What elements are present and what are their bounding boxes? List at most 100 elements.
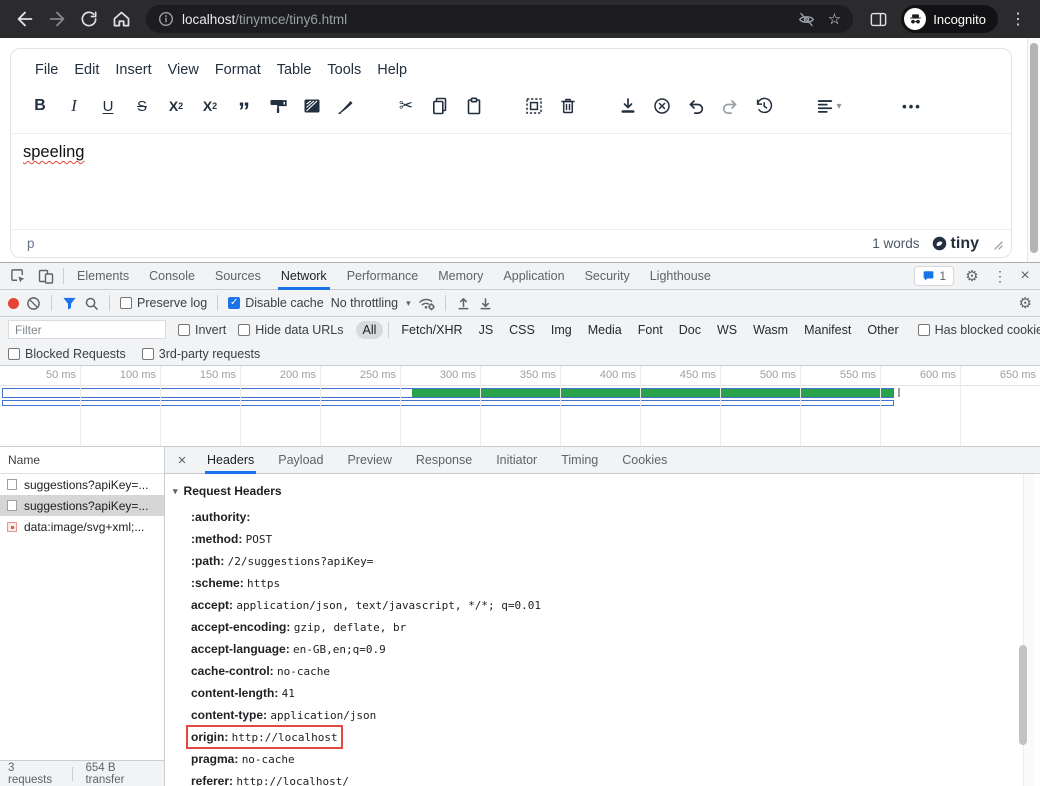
request-headers-section[interactable]: ▾ Request Headers <box>173 484 1022 498</box>
address-bar[interactable]: localhost/tinymce/tiny6.html ☆ <box>146 5 853 33</box>
devtools-tab-sources[interactable]: Sources <box>205 263 271 290</box>
subscript-button[interactable]: X2 <box>159 93 193 119</box>
devtools-tab-memory[interactable]: Memory <box>428 263 493 290</box>
cookies-blocked-eye-icon[interactable] <box>797 10 816 29</box>
issues-badge[interactable]: 1 <box>914 266 954 286</box>
search-icon[interactable] <box>84 296 99 311</box>
type-filter-js[interactable]: JS <box>472 321 501 339</box>
devtools-tab-performance[interactable]: Performance <box>337 263 429 290</box>
devtools-tab-application[interactable]: Application <box>493 263 574 290</box>
type-filter-css[interactable]: CSS <box>502 321 542 339</box>
detail-tab-response[interactable]: Response <box>404 447 484 474</box>
italic-button[interactable]: I <box>57 93 91 119</box>
page-scrollbar[interactable] <box>1027 38 1040 262</box>
inspect-element-button[interactable] <box>4 263 32 289</box>
menu-item-help[interactable]: Help <box>371 58 413 82</box>
import-har-icon[interactable] <box>456 296 471 311</box>
back-button[interactable] <box>10 4 40 34</box>
resize-handle-icon[interactable] <box>991 238 1003 250</box>
type-filter-fetch-xhr[interactable]: Fetch/XHR <box>394 321 469 339</box>
align-button[interactable]: ▾ <box>807 93 851 119</box>
delete-button[interactable] <box>551 93 585 119</box>
type-filter-wasm[interactable]: Wasm <box>746 321 795 339</box>
underline-button[interactable]: U <box>91 93 125 119</box>
menu-item-format[interactable]: Format <box>209 58 267 82</box>
strikethrough-button[interactable]: S <box>125 93 159 119</box>
cancel-button[interactable] <box>645 93 679 119</box>
request-row[interactable]: suggestions?apiKey=... <box>0 474 164 495</box>
device-toolbar-button[interactable] <box>32 263 60 289</box>
type-filter-media[interactable]: Media <box>581 321 629 339</box>
menu-item-edit[interactable]: Edit <box>68 58 105 82</box>
network-filter-input[interactable] <box>8 320 166 339</box>
devtools-tab-lighthouse[interactable]: Lighthouse <box>640 263 721 290</box>
devtools-tab-network[interactable]: Network <box>271 263 337 290</box>
close-detail-button[interactable]: × <box>169 452 195 469</box>
filter-funnel-icon[interactable] <box>62 296 77 311</box>
name-column-header[interactable]: Name <box>0 447 164 474</box>
invert-checkbox[interactable]: Invert <box>178 323 226 337</box>
redo-button[interactable] <box>713 93 747 119</box>
record-button[interactable] <box>8 298 19 309</box>
type-filter-ws[interactable]: WS <box>710 321 744 339</box>
bookmark-star-icon[interactable]: ☆ <box>828 12 841 27</box>
type-filter-font[interactable]: Font <box>631 321 670 339</box>
cut-button[interactable]: ✂ <box>389 93 423 119</box>
detail-tab-cookies[interactable]: Cookies <box>610 447 679 474</box>
select-all-button[interactable] <box>517 93 551 119</box>
page-scrollbar-thumb[interactable] <box>1030 43 1038 253</box>
tiny-branding[interactable]: tiny <box>932 235 979 253</box>
has-blocked-cookies-checkbox[interactable]: Has blocked cookies <box>918 323 1040 337</box>
hide-data-urls-checkbox[interactable]: Hide data URLs <box>238 323 343 337</box>
menu-item-tools[interactable]: Tools <box>321 58 367 82</box>
browser-menu-button[interactable]: ⋮ <box>1006 9 1030 29</box>
paste-button[interactable] <box>457 93 491 119</box>
type-filter-doc[interactable]: Doc <box>672 321 708 339</box>
clear-icon[interactable] <box>26 296 41 311</box>
menu-item-table[interactable]: Table <box>271 58 318 82</box>
superscript-button[interactable]: X2 <box>193 93 227 119</box>
detail-tab-timing[interactable]: Timing <box>549 447 610 474</box>
request-row[interactable]: data:image/svg+xml;... <box>0 516 164 537</box>
side-panel-button[interactable] <box>863 4 893 34</box>
export-button[interactable] <box>611 93 645 119</box>
request-row[interactable]: suggestions?apiKey=... <box>0 495 164 516</box>
devtools-menu-button[interactable]: ⋮ <box>990 268 1010 285</box>
type-filter-img[interactable]: Img <box>544 321 579 339</box>
detail-tab-initiator[interactable]: Initiator <box>484 447 549 474</box>
blocked-requests-checkbox[interactable]: Blocked Requests <box>8 347 126 361</box>
preserve-log-checkbox[interactable]: Preserve log <box>120 296 207 310</box>
detail-scrollbar[interactable] <box>1023 474 1034 786</box>
devtools-tab-console[interactable]: Console <box>139 263 205 290</box>
network-settings-button[interactable]: ⚙ <box>1019 296 1032 311</box>
network-conditions-icon[interactable] <box>418 296 435 311</box>
type-filter-manifest[interactable]: Manifest <box>797 321 858 339</box>
word-count[interactable]: 1 words <box>872 236 919 251</box>
export-har-icon[interactable] <box>478 296 493 311</box>
throttling-dropdown[interactable]: No throttling ▾ <box>331 296 411 310</box>
more-toolbar-button[interactable]: ••• <box>895 93 929 119</box>
overview-timeline[interactable]: 50 ms100 ms150 ms200 ms250 ms300 ms350 m… <box>0 366 1040 447</box>
third-party-requests-checkbox[interactable]: 3rd-party requests <box>142 347 260 361</box>
reload-button[interactable] <box>74 4 104 34</box>
misspelled-word[interactable]: speeling <box>23 143 84 161</box>
detail-scrollbar-thumb[interactable] <box>1019 645 1027 745</box>
menu-item-file[interactable]: File <box>29 58 64 82</box>
type-filter-all[interactable]: All <box>356 321 384 339</box>
undo-button[interactable] <box>679 93 713 119</box>
bold-button[interactable]: B <box>23 93 57 119</box>
copy-button[interactable] <box>423 93 457 119</box>
type-filter-other[interactable]: Other <box>860 321 905 339</box>
menu-item-view[interactable]: View <box>162 58 205 82</box>
menu-item-insert[interactable]: Insert <box>109 58 157 82</box>
detail-tab-preview[interactable]: Preview <box>335 447 403 474</box>
home-button[interactable] <box>106 4 136 34</box>
detail-tab-headers[interactable]: Headers <box>195 447 266 474</box>
devtools-tab-elements[interactable]: Elements <box>67 263 139 290</box>
restore-draft-button[interactable] <box>747 93 781 119</box>
devtools-settings-button[interactable]: ⚙ <box>958 263 986 289</box>
disable-cache-checkbox[interactable]: ✓Disable cache <box>228 296 324 310</box>
detail-tab-payload[interactable]: Payload <box>266 447 335 474</box>
devtools-tab-security[interactable]: Security <box>575 263 640 290</box>
blockquote-button[interactable]: ” <box>227 99 261 125</box>
